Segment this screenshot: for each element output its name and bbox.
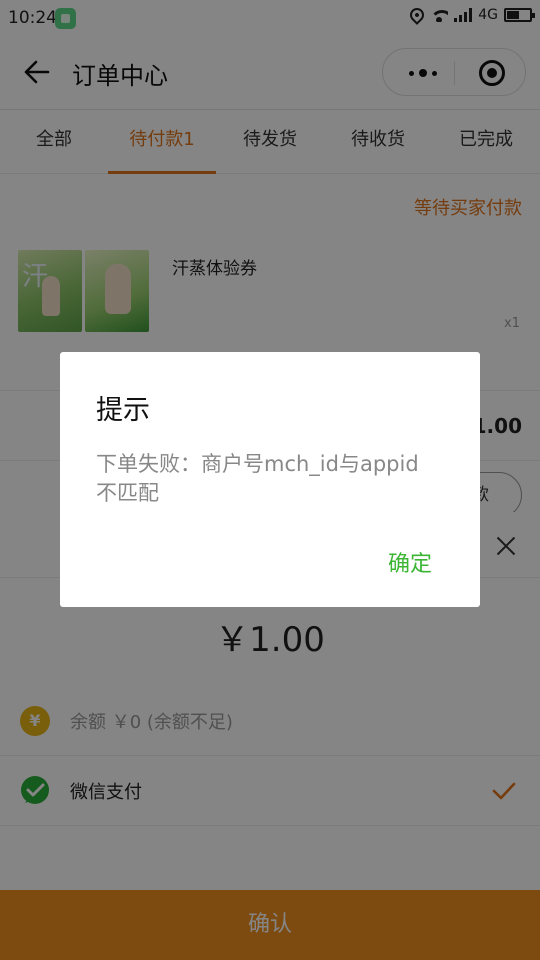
dialog-ok-button[interactable]: 确定 <box>388 546 432 578</box>
dialog-title: 提示 <box>96 395 150 426</box>
dialog-message: 下单失败：商户号mch_id与appid不匹配 <box>96 452 419 505</box>
alert-dialog: 提示 下单失败：商户号mch_id与appid不匹配 确定 <box>60 352 480 607</box>
